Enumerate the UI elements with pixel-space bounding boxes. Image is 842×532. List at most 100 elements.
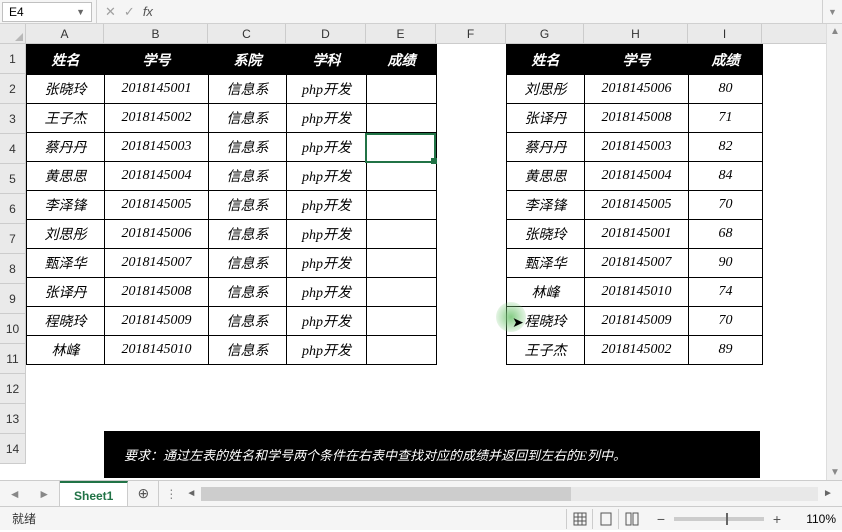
table-cell[interactable] bbox=[367, 307, 437, 336]
scroll-left-icon[interactable]: ◄ bbox=[183, 488, 199, 499]
table-cell[interactable]: 2018145005 bbox=[585, 191, 689, 220]
table-cell[interactable]: 2018145007 bbox=[105, 249, 209, 278]
table-cell[interactable] bbox=[367, 249, 437, 278]
table-cell[interactable]: 2018145006 bbox=[105, 220, 209, 249]
table-cell[interactable]: 2018145002 bbox=[585, 336, 689, 365]
table-cell[interactable]: 甄泽华 bbox=[27, 249, 105, 278]
row-header-7[interactable]: 7 bbox=[0, 224, 25, 254]
table-cell[interactable]: 80 bbox=[689, 75, 763, 104]
table-cell[interactable]: 2018145002 bbox=[105, 104, 209, 133]
table-cell[interactable]: php开发 bbox=[287, 278, 367, 307]
table-cell[interactable]: 2018145008 bbox=[105, 278, 209, 307]
table-cell[interactable]: 信息系 bbox=[209, 336, 287, 365]
sheet-tab[interactable]: Sheet1 bbox=[60, 481, 128, 506]
view-normal-button[interactable] bbox=[566, 509, 592, 529]
table-cell[interactable] bbox=[367, 191, 437, 220]
table-cell[interactable]: 68 bbox=[689, 220, 763, 249]
row-header-14[interactable]: 14 bbox=[0, 434, 25, 464]
row-header-12[interactable]: 12 bbox=[0, 374, 25, 404]
table-cell[interactable]: 84 bbox=[689, 162, 763, 191]
table-cell[interactable]: php开发 bbox=[287, 220, 367, 249]
col-header-I[interactable]: I bbox=[688, 24, 762, 43]
fx-icon[interactable]: fx bbox=[143, 4, 153, 19]
table-cell[interactable]: 蔡丹丹 bbox=[507, 133, 585, 162]
table-cell[interactable]: 李泽锋 bbox=[27, 191, 105, 220]
col-header-B[interactable]: B bbox=[104, 24, 208, 43]
table-cell[interactable]: 信息系 bbox=[209, 133, 287, 162]
table-cell[interactable]: php开发 bbox=[287, 133, 367, 162]
table-cell[interactable]: 黄思思 bbox=[507, 162, 585, 191]
scroll-up-icon[interactable]: ▲ bbox=[830, 26, 840, 37]
accept-icon[interactable]: ✓ bbox=[124, 4, 135, 20]
table-cell[interactable]: 2018145010 bbox=[105, 336, 209, 365]
vertical-scrollbar[interactable]: ▲ ▼ bbox=[826, 24, 842, 480]
sheet-prev-icon[interactable]: ◄ bbox=[9, 487, 21, 501]
table-cell[interactable]: 信息系 bbox=[209, 162, 287, 191]
table-cell[interactable]: 90 bbox=[689, 249, 763, 278]
select-all-corner[interactable] bbox=[0, 24, 26, 44]
table-cell[interactable]: 信息系 bbox=[209, 278, 287, 307]
table-cell[interactable]: 林峰 bbox=[27, 336, 105, 365]
table-cell[interactable]: 张晓玲 bbox=[507, 220, 585, 249]
table-cell[interactable]: 程晓玲 bbox=[507, 307, 585, 336]
table-cell[interactable]: 70 bbox=[689, 191, 763, 220]
row-header-6[interactable]: 6 bbox=[0, 194, 25, 224]
table-cell[interactable]: 信息系 bbox=[209, 220, 287, 249]
table-cell[interactable]: 2018145007 bbox=[585, 249, 689, 278]
table-cell[interactable]: 信息系 bbox=[209, 191, 287, 220]
table-cell[interactable]: 林峰 bbox=[507, 278, 585, 307]
table-cell[interactable]: 2018145010 bbox=[585, 278, 689, 307]
hscroll-track[interactable] bbox=[201, 487, 818, 501]
table-cell[interactable]: 74 bbox=[689, 278, 763, 307]
table-cell[interactable]: 82 bbox=[689, 133, 763, 162]
hscroll-thumb[interactable] bbox=[201, 487, 571, 501]
table-cell[interactable]: 王子杰 bbox=[507, 336, 585, 365]
table-cell[interactable]: 甄泽华 bbox=[507, 249, 585, 278]
row-header-13[interactable]: 13 bbox=[0, 404, 25, 434]
formula-expand-icon[interactable]: ▼ bbox=[822, 0, 842, 23]
table-cell[interactable]: 2018145009 bbox=[105, 307, 209, 336]
table-cell[interactable]: 李泽锋 bbox=[507, 191, 585, 220]
col-header-C[interactable]: C bbox=[208, 24, 286, 43]
table-cell[interactable]: 信息系 bbox=[209, 307, 287, 336]
row-header-8[interactable]: 8 bbox=[0, 254, 25, 284]
col-header-G[interactable]: G bbox=[506, 24, 584, 43]
table-cell[interactable]: php开发 bbox=[287, 336, 367, 365]
zoom-out-button[interactable]: − bbox=[654, 511, 668, 527]
table-cell[interactable]: 2018145003 bbox=[105, 133, 209, 162]
table-cell[interactable]: 黄思思 bbox=[27, 162, 105, 191]
col-header-H[interactable]: H bbox=[584, 24, 688, 43]
table-cell[interactable]: 70 bbox=[689, 307, 763, 336]
add-sheet-button[interactable]: ⊕ bbox=[128, 485, 158, 502]
table-cell[interactable]: php开发 bbox=[287, 191, 367, 220]
table-cell[interactable]: 张晓玲 bbox=[27, 75, 105, 104]
table-cell[interactable]: 刘思彤 bbox=[507, 75, 585, 104]
scroll-down-icon[interactable]: ▼ bbox=[830, 467, 840, 478]
row-header-4[interactable]: 4 bbox=[0, 134, 25, 164]
sheet-next-icon[interactable]: ► bbox=[38, 487, 50, 501]
table-cell[interactable]: php开发 bbox=[287, 75, 367, 104]
table-cell[interactable]: 信息系 bbox=[209, 75, 287, 104]
name-box[interactable]: E4 ▼ bbox=[2, 2, 92, 22]
scrollbar-splitter-icon[interactable]: ⋮ bbox=[165, 487, 177, 501]
cancel-icon[interactable]: ✕ bbox=[105, 4, 116, 20]
table-cell[interactable]: 刘思彤 bbox=[27, 220, 105, 249]
table-cell[interactable]: 张译丹 bbox=[27, 278, 105, 307]
table-cell[interactable]: 王子杰 bbox=[27, 104, 105, 133]
formula-input[interactable] bbox=[161, 0, 822, 23]
table-cell[interactable] bbox=[367, 220, 437, 249]
table-cell[interactable]: 2018145003 bbox=[585, 133, 689, 162]
table-cell[interactable]: 2018145004 bbox=[105, 162, 209, 191]
table-cell[interactable]: 71 bbox=[689, 104, 763, 133]
table-cell[interactable]: 2018145001 bbox=[585, 220, 689, 249]
table-cell[interactable]: 2018145009 bbox=[585, 307, 689, 336]
zoom-value[interactable]: 110% bbox=[790, 512, 836, 526]
row-header-1[interactable]: 1 bbox=[0, 44, 25, 74]
table-cell[interactable]: 2018145006 bbox=[585, 75, 689, 104]
table-cell[interactable] bbox=[367, 336, 437, 365]
table-cell[interactable]: 2018145001 bbox=[105, 75, 209, 104]
cells-viewport[interactable]: 姓名学号系院学科成绩张晓玲2018145001信息系php开发王子杰201814… bbox=[26, 44, 826, 480]
row-header-10[interactable]: 10 bbox=[0, 314, 25, 344]
table-cell[interactable]: php开发 bbox=[287, 104, 367, 133]
table-cell[interactable]: 张译丹 bbox=[507, 104, 585, 133]
